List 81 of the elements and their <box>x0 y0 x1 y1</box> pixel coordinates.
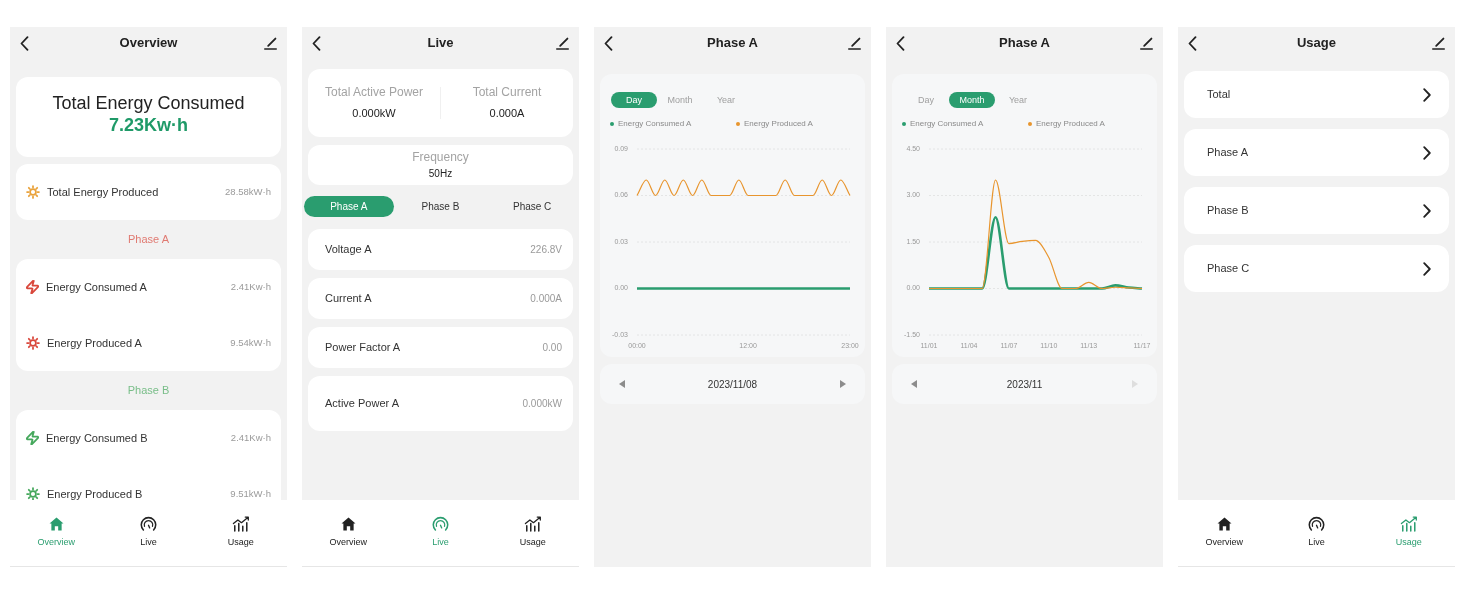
reading-value: 0.00 <box>542 341 562 355</box>
house-icon <box>340 516 356 531</box>
metric-label: Frequency <box>412 150 469 164</box>
chevron-right-icon <box>1423 87 1431 102</box>
bar-chart-icon <box>231 515 250 532</box>
house-icon <box>48 516 64 531</box>
metric-value: 50Hz <box>428 168 453 180</box>
phase-tab[interactable]: Phase B <box>395 196 486 217</box>
nav-tab[interactable]: Overview <box>1201 515 1247 548</box>
legend-label: Energy Consumed A <box>618 119 692 129</box>
nav-tab[interactable]: Live <box>1304 515 1329 548</box>
metric-label: Total Active Power <box>324 85 423 100</box>
date-label: 2023/11 <box>1006 377 1043 392</box>
section-heading: Phase A <box>128 232 169 248</box>
screen-title: Phase A <box>706 35 759 51</box>
nav-tab[interactable]: Usage <box>515 515 550 548</box>
chevron-right-icon <box>1423 261 1431 276</box>
nav-tab[interactable]: Overview <box>325 515 371 548</box>
triangle-left-icon[interactable] <box>619 380 625 388</box>
chevron-left-icon[interactable] <box>1188 35 1197 51</box>
chevron-right-icon <box>1423 203 1431 218</box>
screen-title: Usage <box>1296 35 1337 51</box>
legend-label: Energy Consumed A <box>910 119 984 129</box>
reading-label: Voltage A <box>325 242 372 258</box>
chevron-left-icon[interactable] <box>896 35 905 51</box>
phase-tab[interactable]: Phase C <box>487 196 577 217</box>
triangle-right-icon[interactable] <box>840 380 846 388</box>
legend-label: Energy Produced A <box>744 119 813 129</box>
chevron-right-icon <box>1423 145 1431 160</box>
bar-chart-icon <box>523 515 542 532</box>
row-label: Total Energy Produced <box>47 184 160 200</box>
gauge-icon <box>432 515 449 532</box>
metric-value: 0.000A <box>489 107 525 120</box>
usage-list-item[interactable]: Phase C <box>1184 245 1449 292</box>
chevron-left-icon[interactable] <box>604 35 613 51</box>
row-value: 2.41Kw·h <box>230 279 271 294</box>
usage-list-item[interactable]: Phase A <box>1184 129 1449 176</box>
reading-label: Power Factor A <box>325 340 401 356</box>
pencil-icon[interactable] <box>556 36 569 50</box>
row-value: 28.58kW·h <box>225 184 271 199</box>
usage-list-item[interactable]: Phase B <box>1184 187 1449 234</box>
screen-title: Live <box>426 35 455 51</box>
total-value: 7.23Kw·h <box>109 114 188 136</box>
nav-tab[interactable]: Live <box>136 515 161 548</box>
row-label: Energy Produced B <box>47 486 144 500</box>
row-label: Energy Produced A <box>47 335 143 351</box>
triangle-left-icon[interactable] <box>911 380 917 388</box>
sun-icon <box>26 185 40 199</box>
date-label: 2023/11/08 <box>707 377 758 392</box>
reading-value: 0.000kW <box>522 397 562 411</box>
row-value: 9.54kW·h <box>230 335 271 350</box>
card-title: Total Energy Consumed <box>52 92 245 114</box>
metric-value: 0.000kW <box>352 107 396 120</box>
pencil-icon[interactable] <box>848 36 861 50</box>
gauge-icon <box>1308 515 1325 532</box>
pencil-icon[interactable] <box>1140 36 1153 50</box>
nav-tab[interactable]: Usage <box>223 515 258 548</box>
screen-title: Phase A <box>998 35 1051 51</box>
gauge-icon <box>140 515 157 532</box>
reading-label: Current A <box>325 291 372 307</box>
row-label: Energy Consumed B <box>46 430 149 446</box>
legend-label: Energy Produced A <box>1036 119 1105 129</box>
pencil-icon[interactable] <box>264 36 277 50</box>
row-value: 9.51kW·h <box>230 486 271 500</box>
nav-tab[interactable]: Overview <box>33 515 79 548</box>
reading-value: 0.000A <box>530 292 562 306</box>
nav-tab[interactable]: Usage <box>1391 515 1426 548</box>
chevron-left-icon[interactable] <box>312 35 321 51</box>
bar-chart-icon <box>1399 515 1418 532</box>
reading-label: Active Power A <box>325 396 399 412</box>
row-value: 2.41Kw·h <box>230 430 271 445</box>
section-heading: Phase B <box>127 383 170 399</box>
usage-list-item[interactable]: Total <box>1184 71 1449 118</box>
reading-value: 226.8V <box>530 243 562 257</box>
metric-label: Total Current <box>472 85 542 100</box>
house-icon <box>1216 516 1232 531</box>
screen-title: Overview <box>118 35 179 51</box>
pencil-icon[interactable] <box>1432 36 1445 50</box>
chevron-left-icon[interactable] <box>20 35 29 51</box>
row-label: Energy Consumed A <box>46 279 148 295</box>
nav-tab[interactable]: Live <box>428 515 453 548</box>
